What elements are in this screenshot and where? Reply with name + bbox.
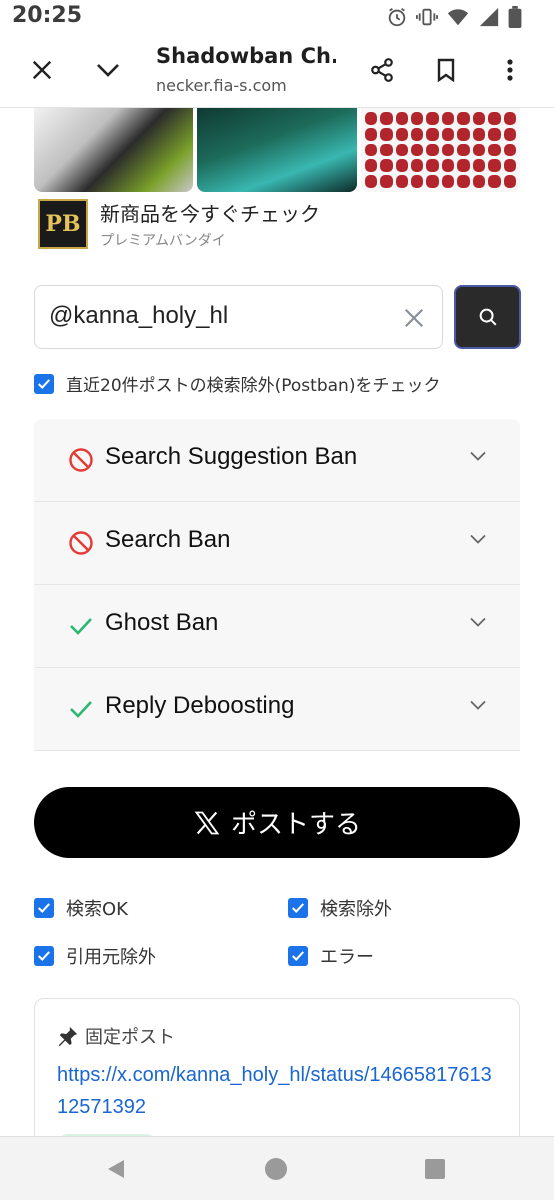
ad-product-image[interactable] bbox=[34, 108, 194, 192]
share-button[interactable] bbox=[360, 48, 404, 92]
page-content: PB 新商品を今すぐチェック プレミアムバンダイ @kanna_holy_hl … bbox=[0, 108, 554, 1136]
system-nav-bar bbox=[0, 1136, 554, 1200]
postban-label: 直近20件ポストの検索除外(Postban)をチェック bbox=[66, 376, 441, 396]
results-accordion: Search Suggestion Ban Search Ban Ghost B… bbox=[34, 419, 520, 751]
search-icon bbox=[479, 308, 497, 326]
back-triangle-icon bbox=[108, 1160, 124, 1178]
minimize-button[interactable] bbox=[86, 48, 130, 92]
battery-icon bbox=[508, 6, 522, 28]
ban-icon bbox=[68, 530, 94, 556]
back-button[interactable] bbox=[100, 1153, 132, 1185]
ban-icon bbox=[68, 447, 94, 473]
checkmark-icon bbox=[38, 903, 51, 913]
checkmark-icon bbox=[292, 903, 305, 913]
filter-checkbox[interactable] bbox=[34, 946, 54, 966]
chevron-down-icon bbox=[97, 64, 119, 77]
bookmark-icon bbox=[437, 58, 455, 82]
filter-checkbox[interactable] bbox=[34, 898, 54, 918]
check-icon bbox=[68, 696, 94, 722]
brand-logo: PB bbox=[38, 199, 88, 249]
chevron-down-icon bbox=[470, 700, 486, 710]
close-icon bbox=[404, 308, 424, 328]
search-row: @kanna_holy_hl bbox=[34, 285, 521, 349]
more-options-button[interactable] bbox=[488, 48, 532, 92]
result-search-suggestion-ban[interactable]: Search Suggestion Ban bbox=[34, 419, 520, 502]
filter-checkbox[interactable] bbox=[288, 946, 308, 966]
share-icon bbox=[371, 58, 393, 82]
result-ghost-ban[interactable]: Ghost Ban bbox=[34, 585, 520, 668]
browser-toolbar: Shadowban Ch... necker.fia-s.com bbox=[0, 34, 554, 108]
pin-icon bbox=[58, 1026, 78, 1047]
status-icons bbox=[386, 6, 522, 28]
result-search-ban[interactable]: Search Ban bbox=[34, 502, 520, 585]
filter-group: 検索OK 検索除外 引用元除外 エラー bbox=[34, 891, 520, 981]
ad-banner-images[interactable] bbox=[34, 108, 520, 192]
filter-label: 検索除外 bbox=[320, 899, 392, 920]
close-icon bbox=[32, 60, 52, 80]
filter-search-ok[interactable]: 検索OK bbox=[34, 895, 128, 921]
filter-label: 検索OK bbox=[66, 899, 128, 920]
filter-quote-source-excluded[interactable]: 引用元除外 bbox=[34, 943, 156, 969]
ad-title: 新商品を今すぐチェック bbox=[100, 202, 320, 226]
page-url[interactable]: necker.fia-s.com bbox=[156, 76, 336, 95]
alarm-icon bbox=[388, 7, 406, 27]
clear-input-button[interactable] bbox=[398, 302, 430, 334]
close-tab-button[interactable] bbox=[20, 48, 64, 92]
chevron-down-icon bbox=[470, 617, 486, 627]
wifi-icon bbox=[447, 9, 469, 26]
pinned-post-title: 固定ポスト bbox=[85, 1027, 175, 1048]
chevron-down-icon bbox=[470, 451, 486, 461]
signal-icon bbox=[479, 7, 499, 27]
search-button[interactable] bbox=[454, 285, 521, 349]
filter-label: 引用元除外 bbox=[66, 947, 156, 968]
recents-square-icon bbox=[425, 1159, 445, 1179]
checkmark-icon bbox=[38, 378, 51, 389]
home-circle-icon bbox=[265, 1158, 287, 1180]
filter-label: エラー bbox=[320, 947, 374, 968]
result-label: Ghost Ban bbox=[105, 609, 219, 636]
ad-product-image[interactable] bbox=[360, 108, 520, 192]
more-vert-icon bbox=[507, 59, 513, 81]
result-label: Search Suggestion Ban bbox=[105, 443, 358, 470]
chevron-down-icon bbox=[470, 534, 486, 544]
page-title: Shadowban Ch... bbox=[156, 44, 336, 68]
result-reply-deboosting[interactable]: Reply Deboosting bbox=[34, 668, 520, 751]
x-logo-icon bbox=[194, 811, 220, 834]
result-label: Search Ban bbox=[105, 526, 231, 553]
filter-search-excluded[interactable]: 検索除外 bbox=[288, 895, 392, 921]
result-label: Reply Deboosting bbox=[105, 692, 295, 719]
bookmark-button[interactable] bbox=[424, 48, 468, 92]
filter-error[interactable]: エラー bbox=[288, 943, 374, 969]
post-button-label: ポストする bbox=[230, 810, 361, 840]
checkmark-icon bbox=[292, 951, 305, 961]
check-icon bbox=[68, 613, 94, 639]
filter-checkbox[interactable] bbox=[288, 898, 308, 918]
status-bar: 20:25 bbox=[0, 0, 554, 34]
ad-brand[interactable]: PB 新商品を今すぐチェック プレミアムバンダイ bbox=[38, 198, 320, 250]
username-input-value: @kanna_holy_hl bbox=[49, 302, 229, 329]
postban-option[interactable]: 直近20件ポストの検索除外(Postban)をチェック bbox=[34, 371, 440, 396]
post-to-x-button[interactable]: ポストする bbox=[34, 787, 520, 858]
postban-checkbox[interactable] bbox=[34, 373, 54, 394]
pinned-post-card: 固定ポスト https://x.com/kanna_holy_hl/status… bbox=[34, 998, 520, 1136]
ad-product-image[interactable] bbox=[197, 108, 357, 192]
checkmark-icon bbox=[38, 951, 51, 961]
ad-subtitle: プレミアムバンダイ bbox=[100, 233, 226, 249]
home-button[interactable] bbox=[260, 1153, 292, 1185]
vibrate-icon bbox=[416, 8, 438, 26]
status-time: 20:25 bbox=[12, 3, 83, 28]
pinned-post-link[interactable]: https://x.com/kanna_holy_hl/status/14665… bbox=[57, 1059, 497, 1123]
recents-button[interactable] bbox=[419, 1153, 451, 1185]
username-input[interactable]: @kanna_holy_hl bbox=[34, 285, 443, 349]
